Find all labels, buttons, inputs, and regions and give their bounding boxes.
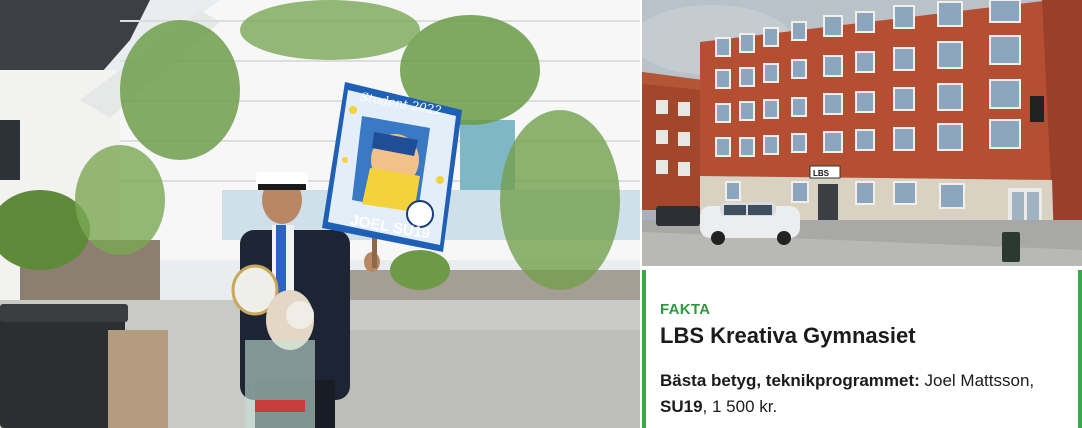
school-building-scene: LBS: [642, 0, 1082, 266]
fact-box: FAKTA LBS Kreativa Gymnasiet Bästa betyg…: [642, 270, 1082, 428]
building-sign-text: LBS: [813, 169, 830, 178]
fact-title: LBS Kreativa Gymnasiet: [660, 323, 916, 348]
fact-body: Bästa betyg, teknikprogrammet: Joel Matt…: [660, 368, 1070, 420]
fact-amount: , 1 500 kr.: [702, 397, 778, 416]
fact-class: SU19: [660, 397, 703, 416]
graduation-photo: Student 2022 JOEL SU19: [0, 0, 640, 428]
fact-label: FAKTA: [660, 301, 711, 318]
school-building-photo: LBS: [642, 0, 1082, 266]
fact-name: Joel Mattsson,: [919, 371, 1035, 390]
fact-prefix: Bästa betyg, teknikprogrammet:: [660, 371, 920, 390]
graduation-scene: Student 2022 JOEL SU19: [0, 0, 640, 428]
